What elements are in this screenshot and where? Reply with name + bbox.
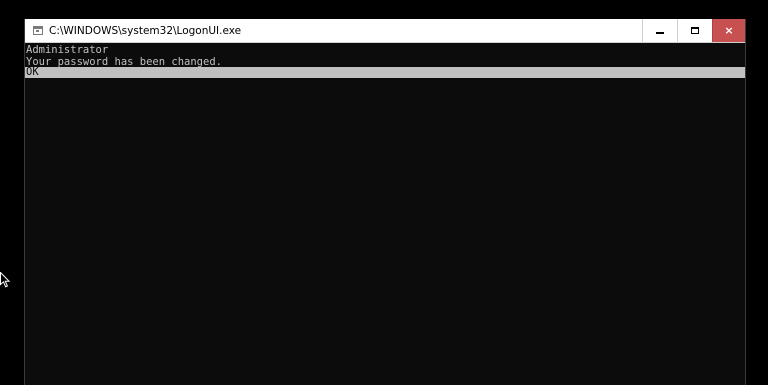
console-app-icon: [33, 26, 43, 35]
ok-option[interactable]: OK: [25, 67, 745, 78]
close-icon: ×: [724, 24, 734, 37]
console-line-username: Administrator: [26, 44, 109, 56]
maximize-button[interactable]: [677, 19, 711, 42]
mouse-pointer-icon: [0, 272, 10, 288]
console-window: C:\WINDOWS\system32\LogonUI.exe × Admini…: [24, 19, 746, 385]
title-bar[interactable]: C:\WINDOWS\system32\LogonUI.exe ×: [25, 19, 745, 43]
maximize-icon: [690, 27, 699, 34]
ok-option-label: OK: [26, 66, 39, 78]
minimize-icon: [655, 31, 664, 34]
desktop: C:\WINDOWS\system32\LogonUI.exe × Admini…: [0, 0, 768, 385]
close-button[interactable]: ×: [712, 19, 745, 42]
window-title: C:\WINDOWS\system32\LogonUI.exe: [49, 25, 242, 37]
minimize-button[interactable]: [642, 19, 676, 42]
console-output[interactable]: Administrator Your password has been cha…: [25, 43, 745, 385]
